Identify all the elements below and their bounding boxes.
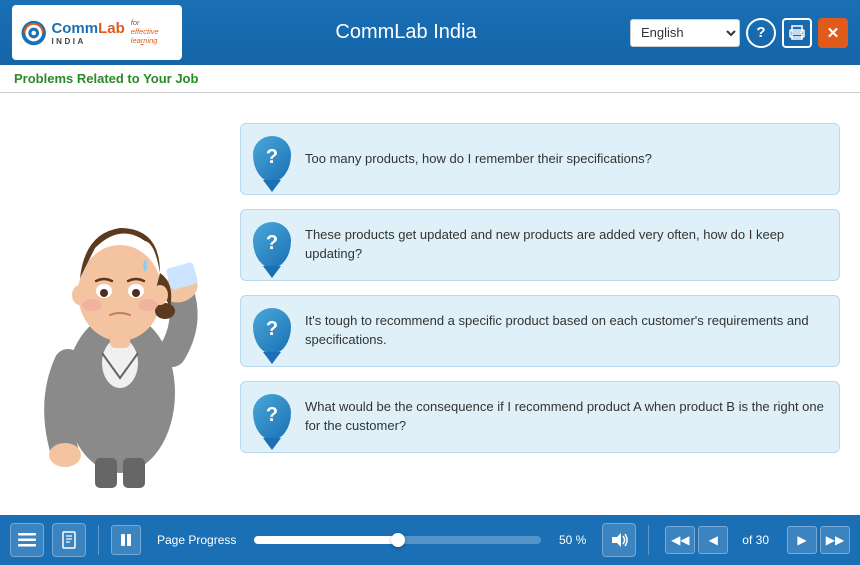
character-illustration	[30, 133, 210, 493]
menu-button[interactable]	[10, 523, 44, 557]
nav-controls: ◀◀ ◀	[665, 526, 728, 554]
header-title: CommLab India	[182, 21, 630, 44]
question-text-2: These products get updated and new produ…	[305, 226, 825, 264]
question-item-2: ? These products get updated and new pro…	[240, 209, 840, 281]
question-icon-2: ?	[251, 220, 293, 270]
page-title: Problems Related to Your Job	[14, 71, 198, 86]
main-content: ? Too many products, how do I remember t…	[0, 93, 860, 515]
volume-button[interactable]	[602, 523, 636, 557]
progress-label: Page Progress	[157, 533, 236, 547]
footer: Page Progress 50 % ◀◀ ◀ of 30 ▶ ▶▶	[0, 515, 860, 565]
pin-shape-2: ?	[253, 222, 291, 268]
question-icon-3: ?	[251, 306, 293, 356]
print-button[interactable]	[782, 18, 812, 48]
subheader: Problems Related to Your Job	[0, 65, 860, 93]
question-icon-1: ?	[251, 134, 293, 184]
footer-divider-1	[98, 525, 99, 555]
pin-shape-1: ?	[253, 136, 291, 182]
progress-percent: 50 %	[559, 533, 586, 547]
play-pause-button[interactable]	[111, 525, 141, 555]
header: CommLab INDIA for effective learning Com…	[0, 0, 860, 65]
language-selector[interactable]: English French Spanish	[630, 19, 740, 47]
question-item-1: ? Too many products, how do I remember t…	[240, 123, 840, 195]
nav-controls-next: ▶ ▶▶	[787, 526, 850, 554]
header-controls: English French Spanish ? ✕	[630, 18, 848, 48]
nav-last-button[interactable]: ▶▶	[820, 526, 850, 554]
nav-next-button[interactable]: ▶	[787, 526, 817, 554]
notes-icon	[61, 531, 77, 549]
notes-button[interactable]	[52, 523, 86, 557]
pause-icon	[119, 533, 133, 547]
question-text-3: It's tough to recommend a specific produ…	[305, 312, 825, 350]
pin-shape-3: ?	[253, 308, 291, 354]
menu-icon	[18, 533, 36, 547]
questions-section: ? Too many products, how do I remember t…	[240, 113, 840, 453]
progress-bar-thumb	[391, 533, 405, 547]
page-indicator: of 30	[742, 533, 769, 547]
question-text-1: Too many products, how do I remember the…	[305, 150, 652, 169]
footer-divider-2	[648, 525, 649, 555]
question-item-3: ? It's tough to recommend a specific pro…	[240, 295, 840, 367]
print-icon	[789, 25, 805, 41]
question-text-4: What would be the consequence if I recom…	[305, 398, 825, 436]
close-button[interactable]: ✕	[818, 18, 848, 48]
question-item-4: ? What would be the consequence if I rec…	[240, 381, 840, 453]
logo-container: CommLab INDIA for effective learning	[12, 5, 182, 60]
nav-first-button[interactable]: ◀◀	[665, 526, 695, 554]
progress-bar[interactable]	[254, 536, 541, 544]
pin-shape-4: ?	[253, 394, 291, 440]
volume-icon	[610, 532, 628, 548]
progress-bar-fill	[254, 536, 397, 544]
question-icon-4: ?	[251, 392, 293, 442]
help-button[interactable]: ?	[746, 18, 776, 48]
nav-prev-button[interactable]: ◀	[698, 526, 728, 554]
character-section	[20, 113, 220, 493]
commlab-logo-icon	[20, 15, 47, 51]
